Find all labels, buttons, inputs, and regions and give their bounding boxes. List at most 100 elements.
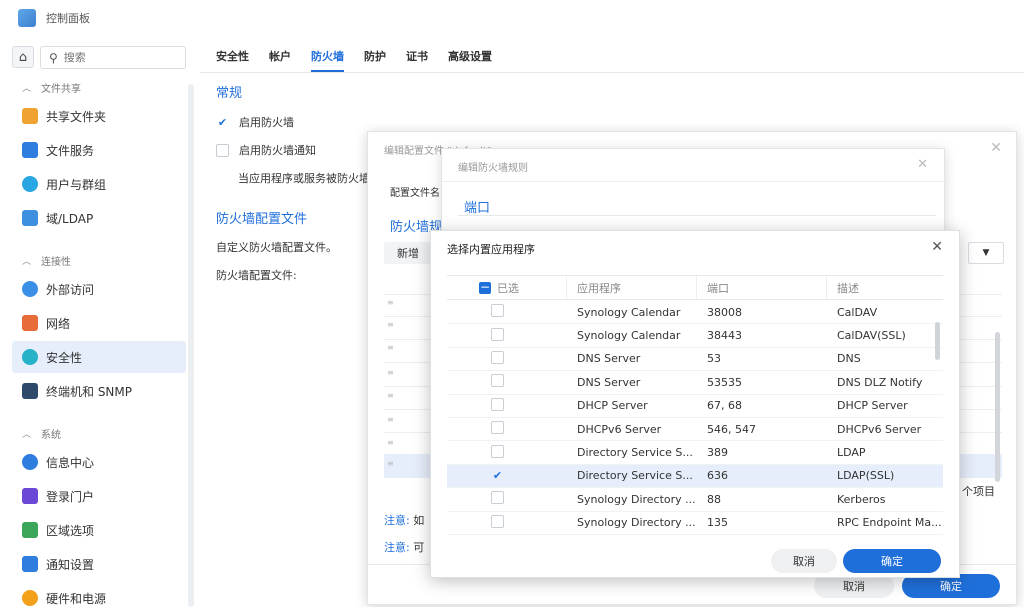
drag-handle-icon[interactable]: ≡ — [387, 320, 394, 329]
drag-handle-icon[interactable]: ≡ — [387, 368, 394, 377]
note-1: 注意: 如 — [384, 514, 425, 527]
users-icon — [22, 176, 38, 192]
table-row[interactable]: DHCPv6 Server 546, 547 DHCPv6 Server — [447, 418, 943, 442]
close-icon[interactable]: ✕ — [931, 239, 943, 255]
header-application[interactable]: 应用程序 — [567, 276, 697, 299]
row-checkbox[interactable] — [491, 444, 504, 458]
search-box[interactable]: ⚲ — [40, 46, 186, 69]
sidebar-item-terminal-snmp[interactable]: 终端机和 SNMP — [12, 375, 186, 407]
drag-handle-icon[interactable]: ≡ — [387, 343, 394, 352]
row-checkbox[interactable] — [491, 421, 504, 435]
header-port[interactable]: 端口 — [697, 276, 827, 299]
row-checkbox[interactable] — [491, 304, 504, 318]
info-icon — [22, 454, 38, 470]
chevron-up-icon: ︿ — [22, 84, 32, 94]
table-row[interactable]: DHCP Server 67, 68 DHCP Server — [447, 395, 943, 418]
row-checkbox[interactable] — [491, 350, 504, 364]
sidebar-item-users[interactable]: 用户与群组 — [12, 168, 186, 200]
table-row[interactable]: Synology Calendar 38443 CalDAV(SSL) — [447, 324, 943, 348]
notification-icon — [22, 556, 38, 572]
login-portal-icon — [22, 488, 38, 504]
tab-advanced[interactable]: 高级设置 — [448, 48, 492, 72]
power-icon — [22, 590, 38, 606]
header-selected[interactable]: − 已选 — [447, 276, 567, 299]
search-input[interactable] — [63, 51, 164, 64]
drag-handle-icon[interactable]: ≡ — [387, 415, 394, 424]
drag-handle-icon[interactable]: ≡ — [387, 298, 394, 307]
table-row[interactable]: Synology Calendar 38008 CalDAV — [447, 301, 943, 325]
tab-firewall[interactable]: 防火墙 — [311, 48, 344, 72]
header-description[interactable]: 描述 — [827, 276, 943, 299]
table-header: − 已选 应用程序 端口 描述 — [447, 275, 943, 300]
notify-description: 当应用程序或服务被防火墙 — [238, 172, 370, 185]
new-rule-button[interactable]: 新增 — [384, 242, 432, 264]
select-builtin-app-dialog: 选择内置应用程序 ✕ − 已选 应用程序 端口 描述 Synology Calen… — [430, 230, 960, 578]
sidebar-item-network[interactable]: 网络 — [12, 307, 186, 339]
tab-account[interactable]: 帐户 — [269, 48, 291, 72]
tab-divider — [200, 72, 1024, 73]
close-icon[interactable]: ✕ — [917, 157, 928, 172]
home-icon: ⌂ — [18, 49, 28, 65]
rule-filter-dropdown[interactable]: ▼ — [968, 242, 1004, 264]
sidebar-item-external-access[interactable]: 外部访问 — [12, 273, 186, 305]
table-row[interactable]: Synology Directory ... 88 Kerberos — [447, 488, 943, 512]
region-icon — [22, 522, 38, 538]
tab-security[interactable]: 安全性 — [216, 48, 249, 72]
sidebar-scrollbar[interactable] — [188, 84, 194, 607]
sidebar-item-info-center[interactable]: 信息中心 — [12, 446, 186, 478]
table-scrollbar[interactable] — [935, 322, 940, 360]
drag-handle-icon[interactable]: ≡ — [387, 438, 394, 447]
control-panel-icon — [18, 9, 36, 27]
row-checkbox[interactable] — [491, 374, 504, 388]
divider — [442, 181, 946, 182]
home-button[interactable]: ⌂ — [12, 46, 34, 68]
tab-certificate[interactable]: 证书 — [406, 48, 428, 72]
table-row[interactable]: Synology Directory ... 135 RPC Endpoint Ma… — [447, 512, 943, 535]
profile-label: 防火墙配置文件: — [216, 269, 297, 282]
sidebar-item-notification[interactable]: 通知设置 — [12, 548, 186, 580]
profile-name-label: 配置文件名 — [390, 188, 440, 199]
row-checkbox[interactable] — [491, 327, 504, 341]
domain-icon — [22, 210, 38, 226]
cancel-button[interactable]: 取消 — [771, 549, 837, 573]
port-section-title: 端口 — [464, 201, 491, 216]
checkbox-box — [216, 143, 229, 157]
sidebar-group-system[interactable]: ︿ 系统 — [22, 426, 61, 441]
enable-firewall-checkbox[interactable]: ✔ 启用防火墙 — [216, 114, 294, 130]
close-icon[interactable]: ✕ — [990, 140, 1002, 156]
note-2: 注意: 可 — [384, 541, 425, 554]
sidebar-item-login-portal[interactable]: 登录门户 — [12, 480, 186, 512]
item-count: 个项目 — [962, 485, 995, 498]
sidebar-item-shared-folder[interactable]: 共享文件夹 — [12, 100, 186, 132]
sidebar-item-file-services[interactable]: 文件服务 — [12, 134, 186, 166]
drag-handle-icon[interactable]: ≡ — [387, 459, 394, 468]
ok-button[interactable]: 确定 — [843, 549, 941, 573]
drag-handle-icon[interactable]: ≡ — [387, 391, 394, 400]
table-row-selected[interactable]: ✔ Directory Service S... 636 LDAP(SSL) — [447, 464, 943, 489]
search-icon: ⚲ — [49, 50, 58, 65]
sidebar-item-regional-options[interactable]: 区域选项 — [12, 514, 186, 546]
checkmark-icon[interactable]: ✔ — [491, 469, 504, 482]
sidebar-group-file-sharing[interactable]: ︿ 文件共享 — [22, 80, 81, 95]
chevron-up-icon: ︿ — [22, 430, 32, 440]
select-all-checkbox[interactable]: − — [479, 281, 491, 294]
row-checkbox[interactable] — [491, 397, 504, 411]
table-row[interactable]: DNS Server 53535 DNS DLZ Notify — [447, 371, 943, 395]
sidebar-item-domain-ldap[interactable]: 域/LDAP — [12, 202, 186, 234]
sidebar-item-security[interactable]: 安全性 — [12, 341, 186, 373]
row-checkbox[interactable] — [491, 514, 504, 528]
sidebar-group-connectivity[interactable]: ︿ 连接性 — [22, 253, 71, 268]
control-panel-window: 控制面板 ⌂ ⚲ ︿文件共享 共享文件夹 文件服务 用户与群组 域/LDAP ︿… — [0, 0, 1024, 607]
terminal-icon — [22, 383, 38, 399]
enable-notify-checkbox[interactable]: 启用防火墙通知 — [216, 142, 316, 158]
sidebar-item-hardware-power[interactable]: 硬件和电源 — [12, 582, 186, 607]
shield-icon — [22, 349, 38, 365]
table-row[interactable]: Directory Service S... 389 LDAP — [447, 441, 943, 465]
row-checkbox[interactable] — [491, 491, 504, 505]
window-title: 控制面板 — [46, 12, 90, 25]
tab-protection[interactable]: 防护 — [364, 48, 386, 72]
rules-scrollbar[interactable] — [995, 332, 1000, 482]
profile-section-title: 防火墙配置文件 — [216, 212, 308, 227]
table-row[interactable]: DNS Server 53 DNS — [447, 348, 943, 372]
title-bar: 控制面板 — [0, 0, 1024, 36]
